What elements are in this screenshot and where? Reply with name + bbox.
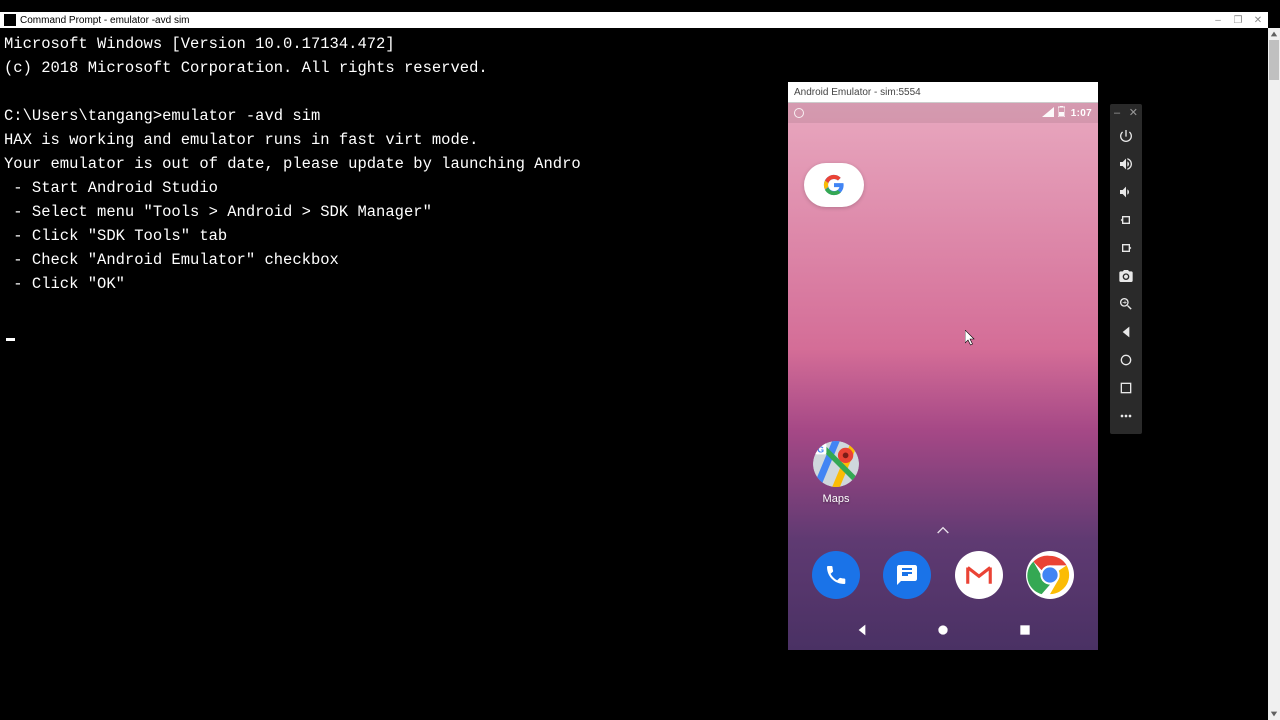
cmd-icon — [4, 14, 16, 26]
maps-icon: G — [813, 441, 859, 487]
android-emulator-window: Android Emulator - sim:5554 1:07 — [788, 82, 1098, 650]
window-minimize-button[interactable]: – — [1208, 15, 1228, 26]
status-notification-icon — [794, 108, 804, 118]
emulator-power-button[interactable] — [1110, 122, 1142, 150]
phone-app[interactable] — [812, 551, 860, 599]
emulator-home-button[interactable] — [1110, 346, 1142, 374]
maps-label: Maps — [806, 493, 866, 505]
cmd-window-title: Command Prompt - emulator -avd sim — [20, 15, 190, 26]
phone-icon — [824, 563, 848, 587]
status-clock: 1:07 — [1071, 108, 1092, 119]
terminal-line: C:\Users\tangang>emulator -avd sim — [4, 107, 320, 125]
window-close-button[interactable]: ✕ — [1248, 15, 1268, 26]
emulator-screen[interactable]: 1:07 — [788, 102, 1098, 650]
home-dock — [788, 540, 1098, 610]
emulator-volume-up-button[interactable] — [1110, 150, 1142, 178]
scrollbar-thumb[interactable] — [1269, 40, 1279, 80]
nav-back-button[interactable] — [854, 622, 870, 643]
scroll-down-button[interactable] — [1268, 708, 1280, 720]
terminal-line: Microsoft Windows [Version 10.0.17134.47… — [4, 35, 395, 53]
signal-icon — [1042, 107, 1054, 120]
nav-overview-button[interactable] — [1017, 622, 1033, 643]
emulator-toolbar: – ✕ — [1110, 104, 1142, 434]
battery-icon — [1058, 106, 1065, 120]
emulator-minimize-button[interactable]: – — [1114, 108, 1120, 118]
android-status-bar[interactable]: 1:07 — [788, 103, 1098, 123]
window-maximize-button[interactable]: ❐ — [1228, 15, 1248, 26]
vertical-scrollbar[interactable] — [1268, 28, 1280, 720]
svg-text:G: G — [817, 445, 824, 455]
android-nav-bar — [788, 614, 1098, 650]
emulator-rotate-right-button[interactable] — [1110, 234, 1142, 262]
messages-icon — [895, 563, 919, 587]
terminal-cursor — [6, 338, 15, 341]
cmd-window-titlebar: Command Prompt - emulator -avd sim – ❐ ✕ — [0, 12, 1268, 28]
terminal-line: - Start Android Studio — [4, 179, 218, 197]
scroll-up-button[interactable] — [1268, 28, 1280, 40]
terminal-line: - Check "Android Emulator" checkbox — [4, 251, 339, 269]
terminal-line: - Click "OK" — [4, 275, 125, 293]
terminal-line: - Click "SDK Tools" tab — [4, 227, 227, 245]
terminal-line: Your emulator is out of date, please upd… — [4, 155, 581, 173]
emulator-more-button[interactable] — [1110, 402, 1142, 430]
emulator-rotate-left-button[interactable] — [1110, 206, 1142, 234]
terminal-line: (c) 2018 Microsoft Corporation. All righ… — [4, 59, 488, 77]
chrome-icon — [1027, 552, 1073, 598]
emulator-volume-down-button[interactable] — [1110, 178, 1142, 206]
terminal-line: HAX is working and emulator runs in fast… — [4, 131, 478, 149]
google-search-widget[interactable] — [804, 163, 864, 207]
emulator-titlebar[interactable]: Android Emulator - sim:5554 — [788, 82, 1098, 102]
messages-app[interactable] — [883, 551, 931, 599]
terminal-line: - Select menu "Tools > Android > SDK Man… — [4, 203, 432, 221]
scrollbar-track[interactable] — [1268, 40, 1280, 708]
chrome-app[interactable] — [1026, 551, 1074, 599]
emulator-overview-button[interactable] — [1110, 374, 1142, 402]
gmail-app[interactable] — [955, 551, 1003, 599]
emulator-back-button[interactable] — [1110, 318, 1142, 346]
emulator-close-button[interactable]: ✕ — [1129, 108, 1138, 118]
emulator-title: Android Emulator - sim:5554 — [794, 87, 921, 98]
emulator-zoom-button[interactable] — [1110, 290, 1142, 318]
nav-home-button[interactable] — [935, 622, 951, 643]
maps-app-shortcut[interactable]: G Maps — [806, 441, 866, 505]
emulator-screenshot-button[interactable] — [1110, 262, 1142, 290]
gmail-icon — [964, 560, 994, 590]
google-logo-icon — [823, 174, 845, 196]
